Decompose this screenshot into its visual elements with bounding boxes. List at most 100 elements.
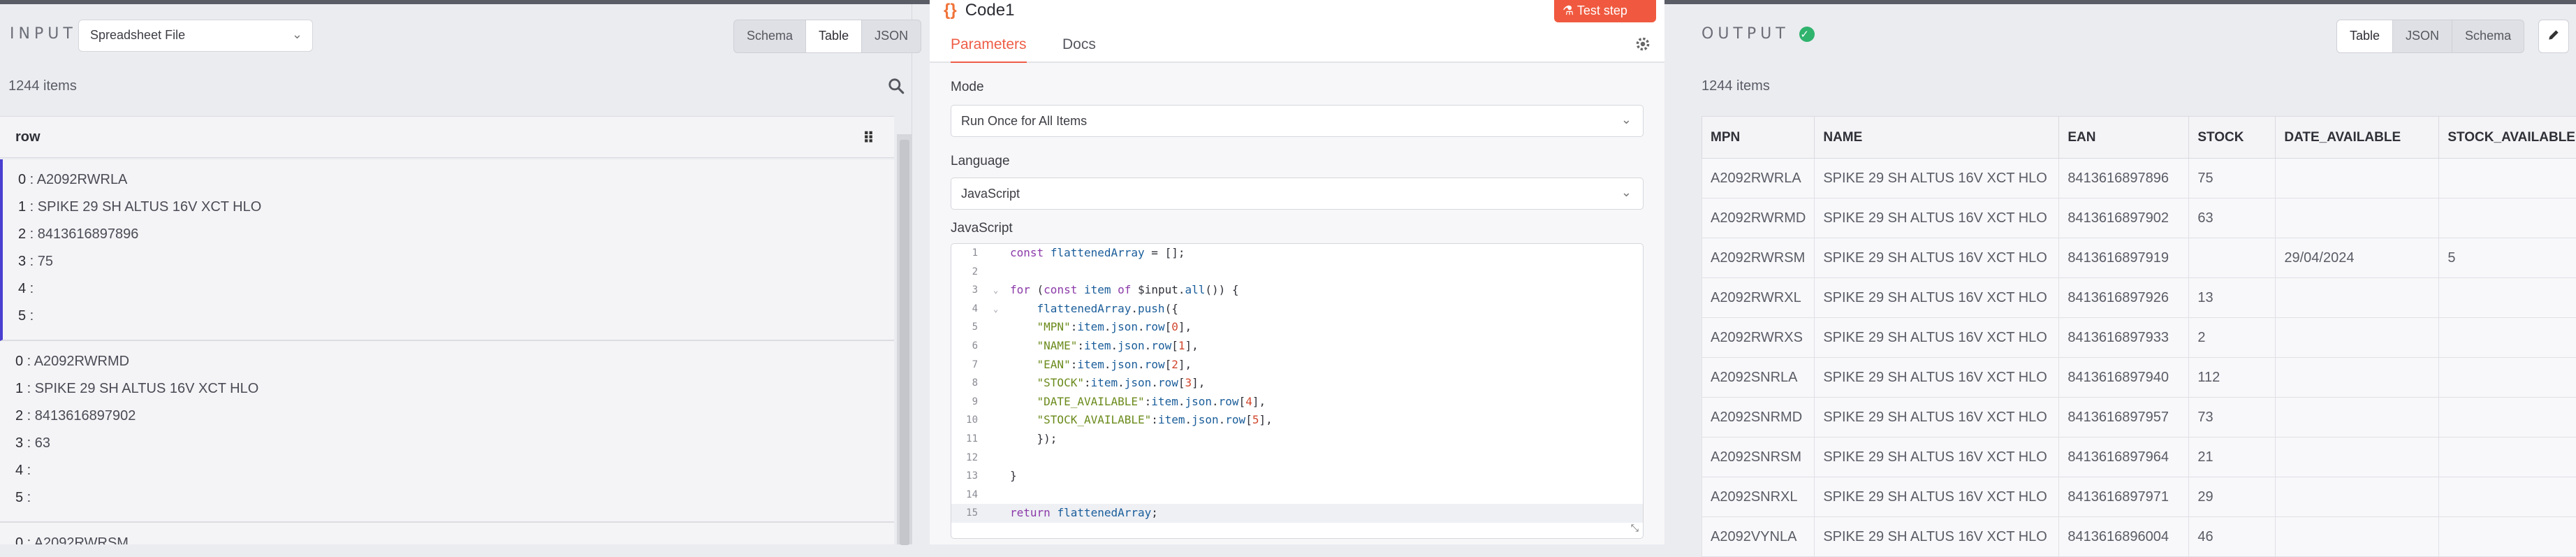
input-file-select[interactable]: Spreadsheet File ⌄: [78, 20, 313, 52]
field-index: 2: [18, 226, 26, 242]
code-line[interactable]: 3⌄for (const item of $input.all()) {: [951, 281, 1643, 300]
search-icon[interactable]: [887, 77, 905, 95]
table-cell: 8413616897902: [2059, 198, 2189, 238]
code-line[interactable]: 2: [951, 263, 1643, 282]
table-row[interactable]: A2092RWRXLSPIKE 29 SH ALTUS 16V XCT HLO8…: [1702, 278, 2576, 318]
code-line[interactable]: 11 });: [951, 430, 1643, 449]
input-scrollbar-thumb[interactable]: [900, 140, 909, 545]
output-column-header[interactable]: STOCK: [2189, 117, 2276, 159]
table-cell: 5: [2439, 238, 2576, 278]
code-line[interactable]: 15 return flattenedArray;: [951, 504, 1643, 523]
field-separator: :: [23, 490, 31, 505]
output-table-header: MPNNAMEEANSTOCKDATE_AVAILABLESTOCK_AVAIL…: [1702, 117, 2576, 159]
code-line[interactable]: 12: [951, 449, 1643, 468]
output-column-header[interactable]: STOCK_AVAILABLE: [2439, 117, 2576, 159]
line-number: 6: [951, 337, 978, 356]
code-editor[interactable]: 1const flattenedArray = [];23⌄for (const…: [951, 243, 1644, 539]
edit-output-button[interactable]: [2538, 20, 2569, 53]
input-item-field: 1 : SPIKE 29 SH ALTUS 16V XCT HLO: [15, 375, 894, 403]
input-view-json[interactable]: JSON: [862, 20, 921, 52]
input-item[interactable]: 0 : A2092RWRLA1 : SPIKE 29 SH ALTUS 16V …: [0, 159, 894, 341]
code-line[interactable]: 7 "EAN":item.json.row[2],: [951, 356, 1643, 375]
table-cell: SPIKE 29 SH ALTUS 16V XCT HLO: [1815, 238, 2059, 278]
language-select[interactable]: JavaScript ⌄: [951, 178, 1644, 210]
table-cell: [2276, 398, 2439, 437]
code-text: flattenedArray.push({: [1010, 300, 1178, 319]
table-row[interactable]: A2092RWRLASPIKE 29 SH ALTUS 16V XCT HLO8…: [1702, 159, 2576, 198]
grip-icon[interactable]: ⠿: [863, 129, 873, 147]
fold-icon[interactable]: ⌄: [993, 281, 998, 300]
output-panel: OUTPUT✓ Table JSON Schema 1244 items MPN…: [1685, 4, 2576, 544]
input-scrollbar[interactable]: [897, 134, 912, 544]
mode-select[interactable]: Run Once for All Items ⌄: [951, 105, 1644, 137]
field-separator: :: [23, 435, 35, 451]
table-cell: [2439, 437, 2576, 477]
table-cell: 8413616896004: [2059, 517, 2189, 557]
field-separator: :: [23, 354, 34, 369]
code-line[interactable]: 6 "NAME":item.json.row[1],: [951, 337, 1643, 356]
code-line[interactable]: 13}: [951, 467, 1643, 486]
table-row[interactable]: A2092SNRMDSPIKE 29 SH ALTUS 16V XCT HLO8…: [1702, 398, 2576, 437]
fold-icon[interactable]: ⌄: [993, 300, 998, 319]
field-value: SPIKE 29 SH ALTUS 16V XCT HLO: [38, 199, 262, 215]
output-view-schema[interactable]: Schema: [2452, 20, 2524, 52]
table-row[interactable]: A2092RWRXSSPIKE 29 SH ALTUS 16V XCT HLO8…: [1702, 318, 2576, 358]
table-cell: 2: [2189, 318, 2276, 358]
table-cell: [2276, 437, 2439, 477]
output-label: OUTPUT: [1702, 25, 1790, 43]
resize-handle-icon[interactable]: ⤡: [1631, 523, 1639, 534]
tab-parameters[interactable]: Parameters: [951, 36, 1027, 64]
line-number: 5: [951, 318, 978, 337]
mode-select-value: Run Once for All Items: [961, 114, 1087, 128]
input-view-table[interactable]: Table: [806, 20, 862, 52]
table-cell: [2189, 238, 2276, 278]
output-column-header[interactable]: EAN: [2059, 117, 2189, 159]
output-view-switcher[interactable]: Table JSON Schema: [2336, 20, 2524, 53]
table-cell: [2439, 198, 2576, 238]
table-row[interactable]: A2092SNRLASPIKE 29 SH ALTUS 16V XCT HLO8…: [1702, 358, 2576, 398]
input-view-switcher[interactable]: Schema Table JSON: [733, 20, 921, 53]
gear-icon[interactable]: [1634, 35, 1652, 53]
success-check-icon: ✓: [1799, 27, 1815, 42]
table-row[interactable]: A2092RWRSMSPIKE 29 SH ALTUS 16V XCT HLO8…: [1702, 238, 2576, 278]
code-line[interactable]: 9 "DATE_AVAILABLE":item.json.row[4],: [951, 393, 1643, 412]
line-number: 13: [951, 467, 978, 486]
table-cell: 21: [2189, 437, 2276, 477]
table-cell: [2439, 278, 2576, 318]
table-row[interactable]: A2092RWRMDSPIKE 29 SH ALTUS 16V XCT HLO8…: [1702, 198, 2576, 238]
input-item[interactable]: 0 : A2092RWRSM: [0, 523, 894, 544]
table-cell: A2092RWRXS: [1702, 318, 1815, 358]
input-item[interactable]: 0 : A2092RWRMD1 : SPIKE 29 SH ALTUS 16V …: [0, 341, 894, 523]
table-cell: 29/04/2024: [2276, 238, 2439, 278]
code-line[interactable]: 4⌄ flattenedArray.push({: [951, 300, 1643, 319]
table-row[interactable]: A2092VYNLASPIKE 29 SH ALTUS 16V XCT HLO8…: [1702, 517, 2576, 557]
output-view-json[interactable]: JSON: [2393, 20, 2452, 52]
field-separator: :: [26, 281, 34, 296]
test-step-button[interactable]: ⚗ Test step: [1554, 0, 1656, 22]
table-cell: [2276, 159, 2439, 198]
code-text: "EAN":item.json.row[2],: [1010, 356, 1192, 375]
node-title-text[interactable]: Code1: [965, 1, 1015, 20]
output-column-header[interactable]: NAME: [1815, 117, 2059, 159]
field-separator: :: [26, 308, 34, 324]
code-line[interactable]: 5 "MPN":item.json.row[0],: [951, 318, 1643, 337]
input-panel: INPUT Spreadsheet File ⌄ Schema Table JS…: [0, 4, 912, 544]
code-line[interactable]: 8 "STOCK":item.json.row[3],: [951, 374, 1643, 393]
table-row[interactable]: A2092SNRXLSPIKE 29 SH ALTUS 16V XCT HLO8…: [1702, 477, 2576, 517]
code-text: const flattenedArray = [];: [1010, 244, 1185, 263]
output-column-header[interactable]: DATE_AVAILABLE: [2276, 117, 2439, 159]
output-view-table[interactable]: Table: [2337, 20, 2393, 52]
line-number: 15: [951, 504, 978, 523]
code-line[interactable]: 14: [951, 486, 1643, 505]
output-column-header[interactable]: MPN: [1702, 117, 1815, 159]
field-separator: :: [23, 535, 34, 544]
field-separator: :: [23, 463, 31, 478]
table-cell: SPIKE 29 SH ALTUS 16V XCT HLO: [1815, 517, 2059, 557]
table-row[interactable]: A2092SNRSMSPIKE 29 SH ALTUS 16V XCT HLO8…: [1702, 437, 2576, 477]
tab-docs[interactable]: Docs: [1062, 36, 1096, 62]
code-line[interactable]: 10 "STOCK_AVAILABLE":item.json.row[5],: [951, 411, 1643, 430]
code-line[interactable]: 1const flattenedArray = [];: [951, 244, 1643, 263]
table-cell: [2439, 358, 2576, 398]
input-view-schema[interactable]: Schema: [734, 20, 806, 52]
code-text: return flattenedArray;: [1010, 504, 1158, 523]
